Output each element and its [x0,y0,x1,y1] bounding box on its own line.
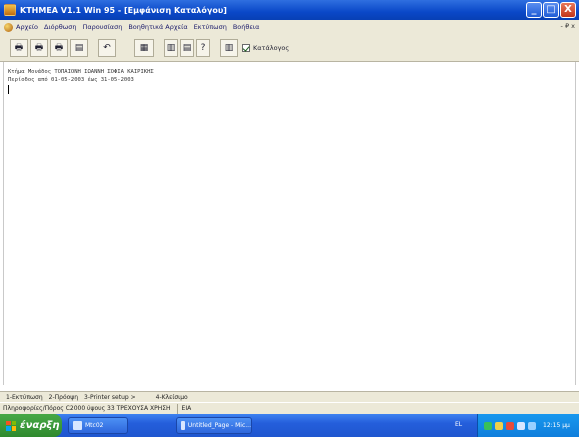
volume-icon[interactable] [517,421,525,430]
status-text: Πληροφορίες/Πόρος C2000 ύψους 33 ΤΡΕΧΟΥΣ… [3,405,171,412]
columns-icon[interactable]: ▥ [164,38,178,57]
antivirus-icon[interactable] [506,421,514,430]
taskbar-item-untitled-page[interactable]: Untitled_Page - Mic... [176,417,252,434]
menu-aux-files[interactable]: Βοηθητικά Αρχεία [128,23,187,31]
start-label: έναρξη [20,420,60,431]
catalog-checkbox-label: Κατάλογος [253,43,290,52]
status-bar: Πληροφορίες/Πόρος C2000 ύψους 33 ΤΡΕΧΟΥΣ… [0,402,579,414]
minimize-button[interactable]: _ [526,2,542,18]
fkey-printer-setup[interactable]: 3-Printer setup > [84,394,136,401]
app-icon[interactable] [4,4,16,16]
report-view[interactable]: Κτήμα Μονάδος ΤΟΠΑΙΟΝΗ ΙΩΑΝΝΗ ΣΟΦΙΑ ΚΑΙΡ… [3,62,576,385]
fkey-preview[interactable]: 2-Πρόοψη [49,394,78,401]
print-preview-icon[interactable]: 🖶 [30,38,48,57]
title-bar[interactable]: KTHMEA V1.1 Win 95 - [Εμφάνιση Καταλόγου… [0,0,579,20]
menu-help[interactable]: Βοήθεια [233,23,260,31]
undo-icon[interactable]: ↶ [98,38,116,57]
window-title: KTHMEA V1.1 Win 95 - [Εμφάνιση Καταλόγου… [20,5,227,15]
menu-view[interactable]: Παρουσίαση [82,23,122,31]
language-indicator[interactable]: EL [455,421,462,428]
text-caret [8,85,9,94]
taskbar-item-mtc02[interactable]: Mtc02 [68,417,128,434]
app-window-icon [73,421,82,430]
menu-edit[interactable]: Διόρθωση [44,23,76,31]
status-mode: ΕΙΑ [181,405,192,412]
report-header-line: Κτήμα Μονάδος ΤΟΠΑΙΟΝΗ ΙΩΑΝΝΗ ΣΟΦΙΑ ΚΑΙΡ… [8,69,154,75]
fkey-close[interactable]: 4-Κλείσιμο [156,394,188,401]
menu-bar: Αρχείο Διόρθωση Παρουσίαση Βοηθητικά Αρχ… [0,20,579,34]
grid-icon[interactable]: ▦ [134,38,154,57]
page-icon[interactable]: ▤ [70,38,88,57]
task-label: Mtc02 [85,422,104,429]
maximize-button[interactable]: □ [543,2,559,18]
print-setup-icon[interactable]: 🖶 [50,38,68,57]
window-controls: _ □ X [526,2,576,18]
menu-file[interactable]: Αρχείο [16,23,38,31]
clock[interactable]: 12:15 μμ [543,422,570,429]
status-divider [176,403,178,414]
fkey-print[interactable]: 1-Εκτύπωση [6,394,43,401]
browser-window-icon [181,421,185,430]
taskbar: έναρξη Mtc02 Untitled_Page - Mic... EL 1… [0,414,579,437]
security-icon[interactable] [495,421,503,430]
close-button[interactable]: X [560,2,576,18]
menu-print[interactable]: Εκτύπωση [194,23,227,31]
function-key-bar: 1-Εκτύπωση 2-Πρόοψη 3-Printer setup > 4-… [0,391,579,402]
display-icon[interactable] [528,421,536,430]
system-tray: 12:15 μμ [477,414,579,437]
start-button[interactable]: έναρξη [0,414,62,437]
network-icon[interactable] [484,421,492,430]
exit-icon[interactable]: ▥ [220,38,238,57]
document-menu-icon[interactable] [4,22,13,32]
windows-logo-icon [6,420,16,431]
mdi-controls[interactable]: - ₽ x [561,22,575,30]
task-label: Untitled_Page - Mic... [187,422,251,429]
print-icon[interactable]: 🖶 [10,38,28,57]
help-icon[interactable]: ? [196,38,210,57]
report-period-line: Περίοδος από 01-05-2003 έως 31-05-2003 [8,77,134,83]
toolbar: 🖶 🖶 🖶 ▤ ↶ ▦ ▥ ▤ ? ▥ Κατάλογος [0,34,579,62]
table-icon[interactable]: ▤ [180,38,194,57]
catalog-checkbox[interactable] [242,43,250,52]
